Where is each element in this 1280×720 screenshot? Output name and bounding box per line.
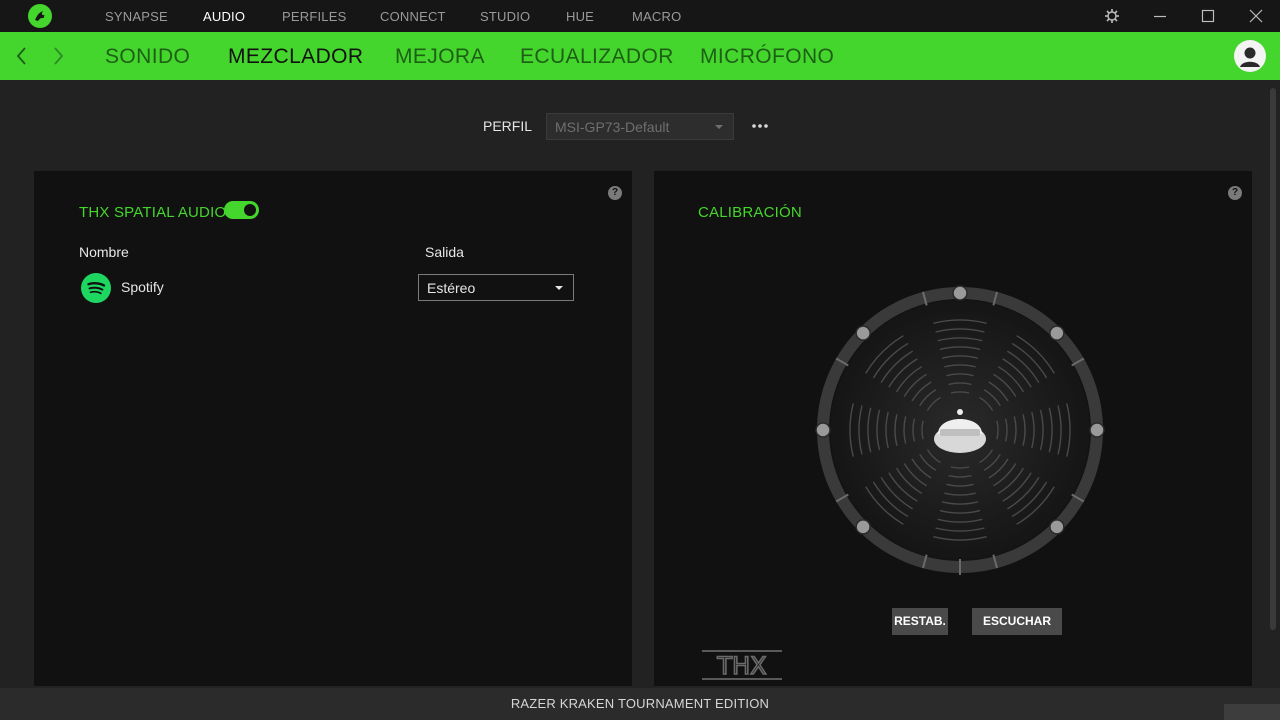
output-dropdown[interactable]: Estéreo xyxy=(418,274,574,301)
maximize-icon[interactable] xyxy=(1196,4,1220,28)
speaker-position-handle[interactable] xyxy=(952,285,968,301)
minimize-icon[interactable] xyxy=(1148,4,1172,28)
footer-corner xyxy=(1224,704,1280,720)
chevron-down-icon xyxy=(555,286,563,290)
more-options-icon[interactable] xyxy=(750,118,770,134)
tab-ecualizador[interactable]: ECUALIZADOR xyxy=(520,32,674,80)
help-icon[interactable]: ? xyxy=(608,186,622,200)
spotify-icon xyxy=(81,273,111,303)
settings-icon[interactable] xyxy=(1100,4,1124,28)
top-nav-connect[interactable]: CONNECT xyxy=(380,0,446,32)
calibration-panel: ? CALIBRACIÓN RESTAB. ESCUCHAR THX xyxy=(654,171,1252,686)
top-nav-perfiles[interactable]: PERFILES xyxy=(282,0,346,32)
top-nav-studio[interactable]: STUDIO xyxy=(480,0,530,32)
footer-bar: RAZER KRAKEN TOURNAMENT EDITION xyxy=(0,688,1280,720)
top-nav-macro[interactable]: MACRO xyxy=(632,0,681,32)
top-nav-audio[interactable]: AUDIO xyxy=(203,0,245,32)
scrollbar[interactable] xyxy=(1270,88,1276,630)
profile-dropdown[interactable]: MSI-GP73-Default xyxy=(546,113,734,140)
tab-sonido[interactable]: SONIDO xyxy=(105,32,190,80)
speaker-position-handle[interactable] xyxy=(1089,422,1105,438)
speaker-position-handle[interactable] xyxy=(815,422,831,438)
tab-mejora[interactable]: MEJORA xyxy=(395,32,485,80)
profile-label: PERFIL xyxy=(483,118,533,134)
forward-arrow-icon[interactable] xyxy=(48,44,68,68)
speaker-position-handle[interactable] xyxy=(1049,519,1065,535)
chevron-down-icon xyxy=(715,125,723,129)
toggle-knob xyxy=(244,204,256,216)
column-header-output: Salida xyxy=(425,244,464,260)
top-bar: SYNAPSE AUDIO PERFILES CONNECT STUDIO HU… xyxy=(0,0,1280,32)
calibration-title: CALIBRACIÓN xyxy=(698,204,802,221)
sub-nav-bar: SONIDO MEZCLADOR MEJORA ECUALIZADOR MICR… xyxy=(0,32,1280,80)
razer-logo-icon[interactable] xyxy=(28,4,52,28)
device-name: RAZER KRAKEN TOURNAMENT EDITION xyxy=(510,696,770,711)
thx-spatial-audio-title: THX SPATIAL AUDIO xyxy=(79,204,227,221)
column-header-name: Nombre xyxy=(79,244,129,260)
speaker-position-handle[interactable] xyxy=(855,519,871,535)
top-nav-hue[interactable]: HUE xyxy=(566,0,594,32)
top-nav-synapse[interactable]: SYNAPSE xyxy=(105,0,168,32)
app-window: SYNAPSE AUDIO PERFILES CONNECT STUDIO HU… xyxy=(0,0,1280,720)
output-dropdown-value: Estéreo xyxy=(427,280,476,296)
close-icon[interactable] xyxy=(1244,4,1268,28)
tab-microfono[interactable]: MICRÓFONO xyxy=(700,32,834,80)
reset-button[interactable]: RESTAB. xyxy=(892,608,948,635)
app-name: Spotify xyxy=(121,279,164,295)
tab-mezclador[interactable]: MEZCLADOR xyxy=(228,32,363,80)
profile-dropdown-value: MSI-GP73-Default xyxy=(555,119,670,135)
speaker-position-handle[interactable] xyxy=(855,325,871,341)
back-arrow-icon[interactable] xyxy=(12,44,32,68)
listen-button[interactable]: ESCUCHAR xyxy=(972,608,1062,635)
thx-logo: THX xyxy=(702,649,784,681)
svg-text:THX: THX xyxy=(716,652,766,680)
thx-spatial-audio-toggle[interactable] xyxy=(224,201,259,219)
user-avatar-icon[interactable] xyxy=(1234,40,1266,72)
mixer-panel: ? THX SPATIAL AUDIO Nombre Salida Spotif… xyxy=(34,171,632,686)
speaker-position-handle[interactable] xyxy=(1049,325,1065,341)
calibration-wheel[interactable] xyxy=(814,284,1106,576)
help-icon[interactable]: ? xyxy=(1228,186,1242,200)
